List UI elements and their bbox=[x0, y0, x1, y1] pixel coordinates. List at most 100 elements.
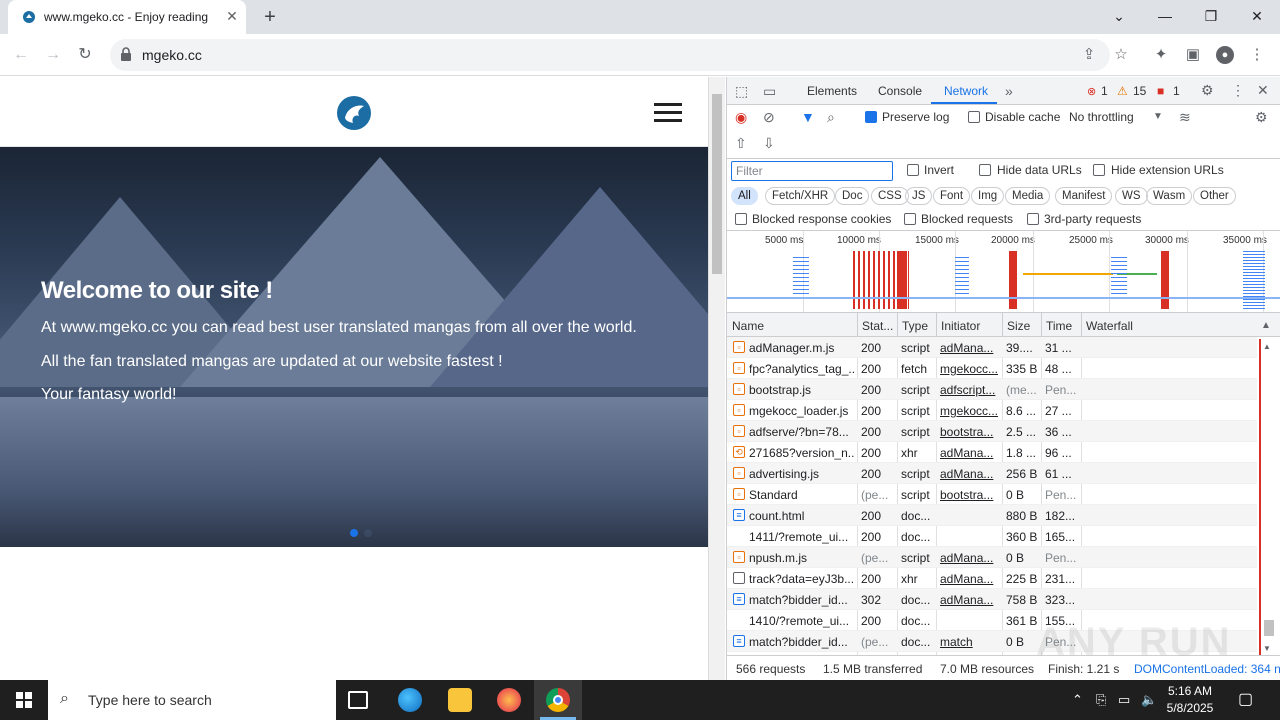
column-status[interactable]: Stat... bbox=[862, 319, 893, 333]
network-conditions-icon[interactable]: ≋ bbox=[1179, 109, 1191, 125]
request-row[interactable]: ▫ fpc?analytics_tag_... 200 fetch mgekocc...… bbox=[727, 358, 1257, 379]
reload-button[interactable]: ↻ bbox=[72, 42, 98, 68]
hide-extension-urls-checkbox[interactable] bbox=[1093, 164, 1105, 176]
request-row[interactable]: 1411/?remote_ui... 200 doc... 360 B 165... bbox=[727, 526, 1257, 547]
filter-chip-js[interactable]: JS bbox=[905, 187, 933, 205]
request-initiator[interactable]: mgekocc... bbox=[940, 362, 1000, 376]
tab-console[interactable]: Console bbox=[878, 84, 922, 98]
page-scrollbar[interactable] bbox=[708, 77, 725, 680]
back-button[interactable]: ← bbox=[8, 42, 34, 68]
request-initiator[interactable]: adMana... bbox=[940, 572, 1000, 586]
hamburger-menu-icon[interactable] bbox=[654, 103, 682, 123]
tab-elements[interactable]: Elements bbox=[807, 84, 857, 98]
tab-search-icon[interactable]: ⌄ bbox=[1096, 0, 1142, 34]
sort-up-icon[interactable]: ▲ bbox=[1261, 318, 1271, 334]
usb-icon[interactable]: ⎘ bbox=[1096, 692, 1106, 708]
network-icon[interactable]: ▭ bbox=[1118, 692, 1130, 708]
column-divider[interactable] bbox=[857, 313, 858, 336]
column-name[interactable]: Name bbox=[732, 319, 764, 333]
more-tabs-icon[interactable]: » bbox=[1005, 83, 1013, 99]
preserve-log-checkbox[interactable] bbox=[865, 111, 877, 123]
close-devtools-icon[interactable]: ✕ bbox=[1257, 82, 1269, 98]
request-row[interactable]: ▫ Standard (pe... script bootstra... 0 B Pen..… bbox=[727, 484, 1257, 505]
carousel-dot[interactable] bbox=[364, 529, 372, 537]
filter-chip-media[interactable]: Media bbox=[1005, 187, 1051, 205]
extensions-icon[interactable]: ✦ bbox=[1152, 46, 1170, 64]
taskbar-search-box[interactable]: ⌕ Type here to search bbox=[48, 680, 336, 720]
filter-chip-fetch-xhr[interactable]: Fetch/XHR bbox=[765, 187, 836, 205]
blocked-cookies-checkbox[interactable] bbox=[735, 213, 747, 225]
filter-chip-font[interactable]: Font bbox=[933, 187, 971, 205]
request-list-scrollbar[interactable]: ▲ ▼ bbox=[1257, 337, 1280, 655]
request-row[interactable]: ▫ npush.m.js (pe... script adMana... 0 B Pen..… bbox=[727, 547, 1257, 568]
carousel-dot-active[interactable] bbox=[350, 529, 358, 537]
restore-button[interactable]: ❐ bbox=[1188, 0, 1234, 34]
share-icon[interactable]: ⇪ bbox=[1080, 46, 1098, 64]
request-initiator[interactable]: adMana... bbox=[940, 467, 1000, 481]
request-initiator[interactable]: match bbox=[940, 635, 1000, 649]
tab-close-icon[interactable]: ✕ bbox=[224, 8, 240, 24]
request-row[interactable]: ≡ count.html 200 doc... 880 B 182... bbox=[727, 505, 1257, 526]
hide-data-urls-checkbox[interactable] bbox=[979, 164, 991, 176]
search-icon[interactable]: ⌕ bbox=[827, 109, 835, 125]
filter-chip-ws[interactable]: WS bbox=[1115, 187, 1148, 205]
new-tab-button[interactable]: + bbox=[258, 6, 282, 28]
request-initiator[interactable]: mgekocc... bbox=[940, 404, 1000, 418]
request-row[interactable]: ≡ match?bidder_id... 302 doc... adMana... 758… bbox=[727, 589, 1257, 610]
start-button[interactable] bbox=[0, 680, 48, 720]
address-bar[interactable]: mgeko.cc bbox=[110, 39, 1110, 71]
request-initiator[interactable]: adfscript... bbox=[940, 383, 1000, 397]
menu-icon[interactable]: ⋮ bbox=[1248, 46, 1266, 64]
column-divider[interactable] bbox=[1041, 313, 1042, 336]
disable-cache-checkbox[interactable] bbox=[968, 111, 980, 123]
import-har-icon[interactable]: ⇧ bbox=[735, 135, 747, 151]
site-logo[interactable] bbox=[337, 96, 371, 130]
column-type[interactable]: Type bbox=[902, 319, 928, 333]
taskbar-clock[interactable]: 5:16 AM 5/8/2025 bbox=[1160, 683, 1220, 717]
filter-chip-doc[interactable]: Doc bbox=[835, 187, 870, 205]
column-size[interactable]: Size bbox=[1007, 319, 1030, 333]
tab-network[interactable]: Network bbox=[944, 84, 988, 98]
filter-chip-wasm[interactable]: Wasm bbox=[1146, 187, 1193, 205]
export-har-icon[interactable]: ⇩ bbox=[763, 135, 775, 151]
filter-chip-css[interactable]: CSS bbox=[871, 187, 909, 205]
request-row[interactable]: ▫ advertising.js 200 script adMana... 256 B 61… bbox=[727, 463, 1257, 484]
firefox-icon[interactable] bbox=[497, 688, 521, 712]
close-window-button[interactable]: ✕ bbox=[1234, 0, 1280, 34]
request-initiator[interactable]: adMana... bbox=[940, 551, 1000, 565]
settings-gear-icon[interactable]: ⚙ bbox=[1201, 82, 1214, 98]
notifications-icon[interactable]: ▢ bbox=[1238, 692, 1253, 708]
forward-button[interactable]: → bbox=[40, 42, 66, 68]
network-settings-icon[interactable]: ⚙ bbox=[1255, 109, 1268, 125]
scroll-up-icon[interactable]: ▲ bbox=[1263, 339, 1271, 355]
error-icon[interactable]: ⊗ bbox=[1087, 84, 1096, 100]
filter-chip-manifest[interactable]: Manifest bbox=[1055, 187, 1113, 205]
request-initiator[interactable]: adMana... bbox=[940, 446, 1000, 460]
task-view-icon[interactable] bbox=[348, 691, 368, 709]
request-initiator[interactable]: bootstra... bbox=[940, 425, 1000, 439]
browser-tab[interactable]: www.mgeko.cc - Enjoy reading ✕ bbox=[8, 0, 246, 34]
filter-chip-all[interactable]: All bbox=[731, 187, 758, 205]
column-initiator[interactable]: Initiator bbox=[941, 319, 980, 333]
edge-browser-icon[interactable] bbox=[398, 688, 422, 712]
request-row[interactable]: track?data=eyJ3b... 200 xhr adMana... 225 B 2… bbox=[727, 568, 1257, 589]
filter-input[interactable]: Filter bbox=[731, 161, 893, 181]
filter-chip-other[interactable]: Other bbox=[1193, 187, 1236, 205]
chrome-taskbar-active[interactable] bbox=[534, 680, 582, 720]
request-row[interactable]: ▫ adManager.m.js 200 script adMana... 39.... 3… bbox=[727, 337, 1257, 358]
column-waterfall[interactable]: Waterfall bbox=[1086, 319, 1133, 333]
column-divider[interactable] bbox=[1002, 313, 1003, 336]
side-panel-icon[interactable]: ▣ bbox=[1184, 46, 1202, 64]
request-initiator[interactable]: adMana... bbox=[940, 341, 1000, 355]
file-explorer-icon[interactable] bbox=[448, 688, 472, 712]
column-divider[interactable] bbox=[936, 313, 937, 336]
request-initiator[interactable]: adMana... bbox=[940, 593, 1000, 607]
clear-icon[interactable]: ⊘ bbox=[763, 109, 775, 125]
request-row[interactable]: ▫ mgekocc_loader.js 200 script mgekocc... 8.6… bbox=[727, 400, 1257, 421]
throttling-select[interactable]: No throttling bbox=[1069, 110, 1134, 124]
device-toolbar-icon[interactable]: ▭ bbox=[763, 83, 776, 99]
request-initiator[interactable]: bootstra... bbox=[940, 488, 1000, 502]
show-hidden-icons-icon[interactable]: ⌃ bbox=[1072, 692, 1083, 708]
scrollbar-thumb[interactable] bbox=[1264, 620, 1274, 636]
volume-icon[interactable]: 🔈 bbox=[1141, 692, 1157, 708]
